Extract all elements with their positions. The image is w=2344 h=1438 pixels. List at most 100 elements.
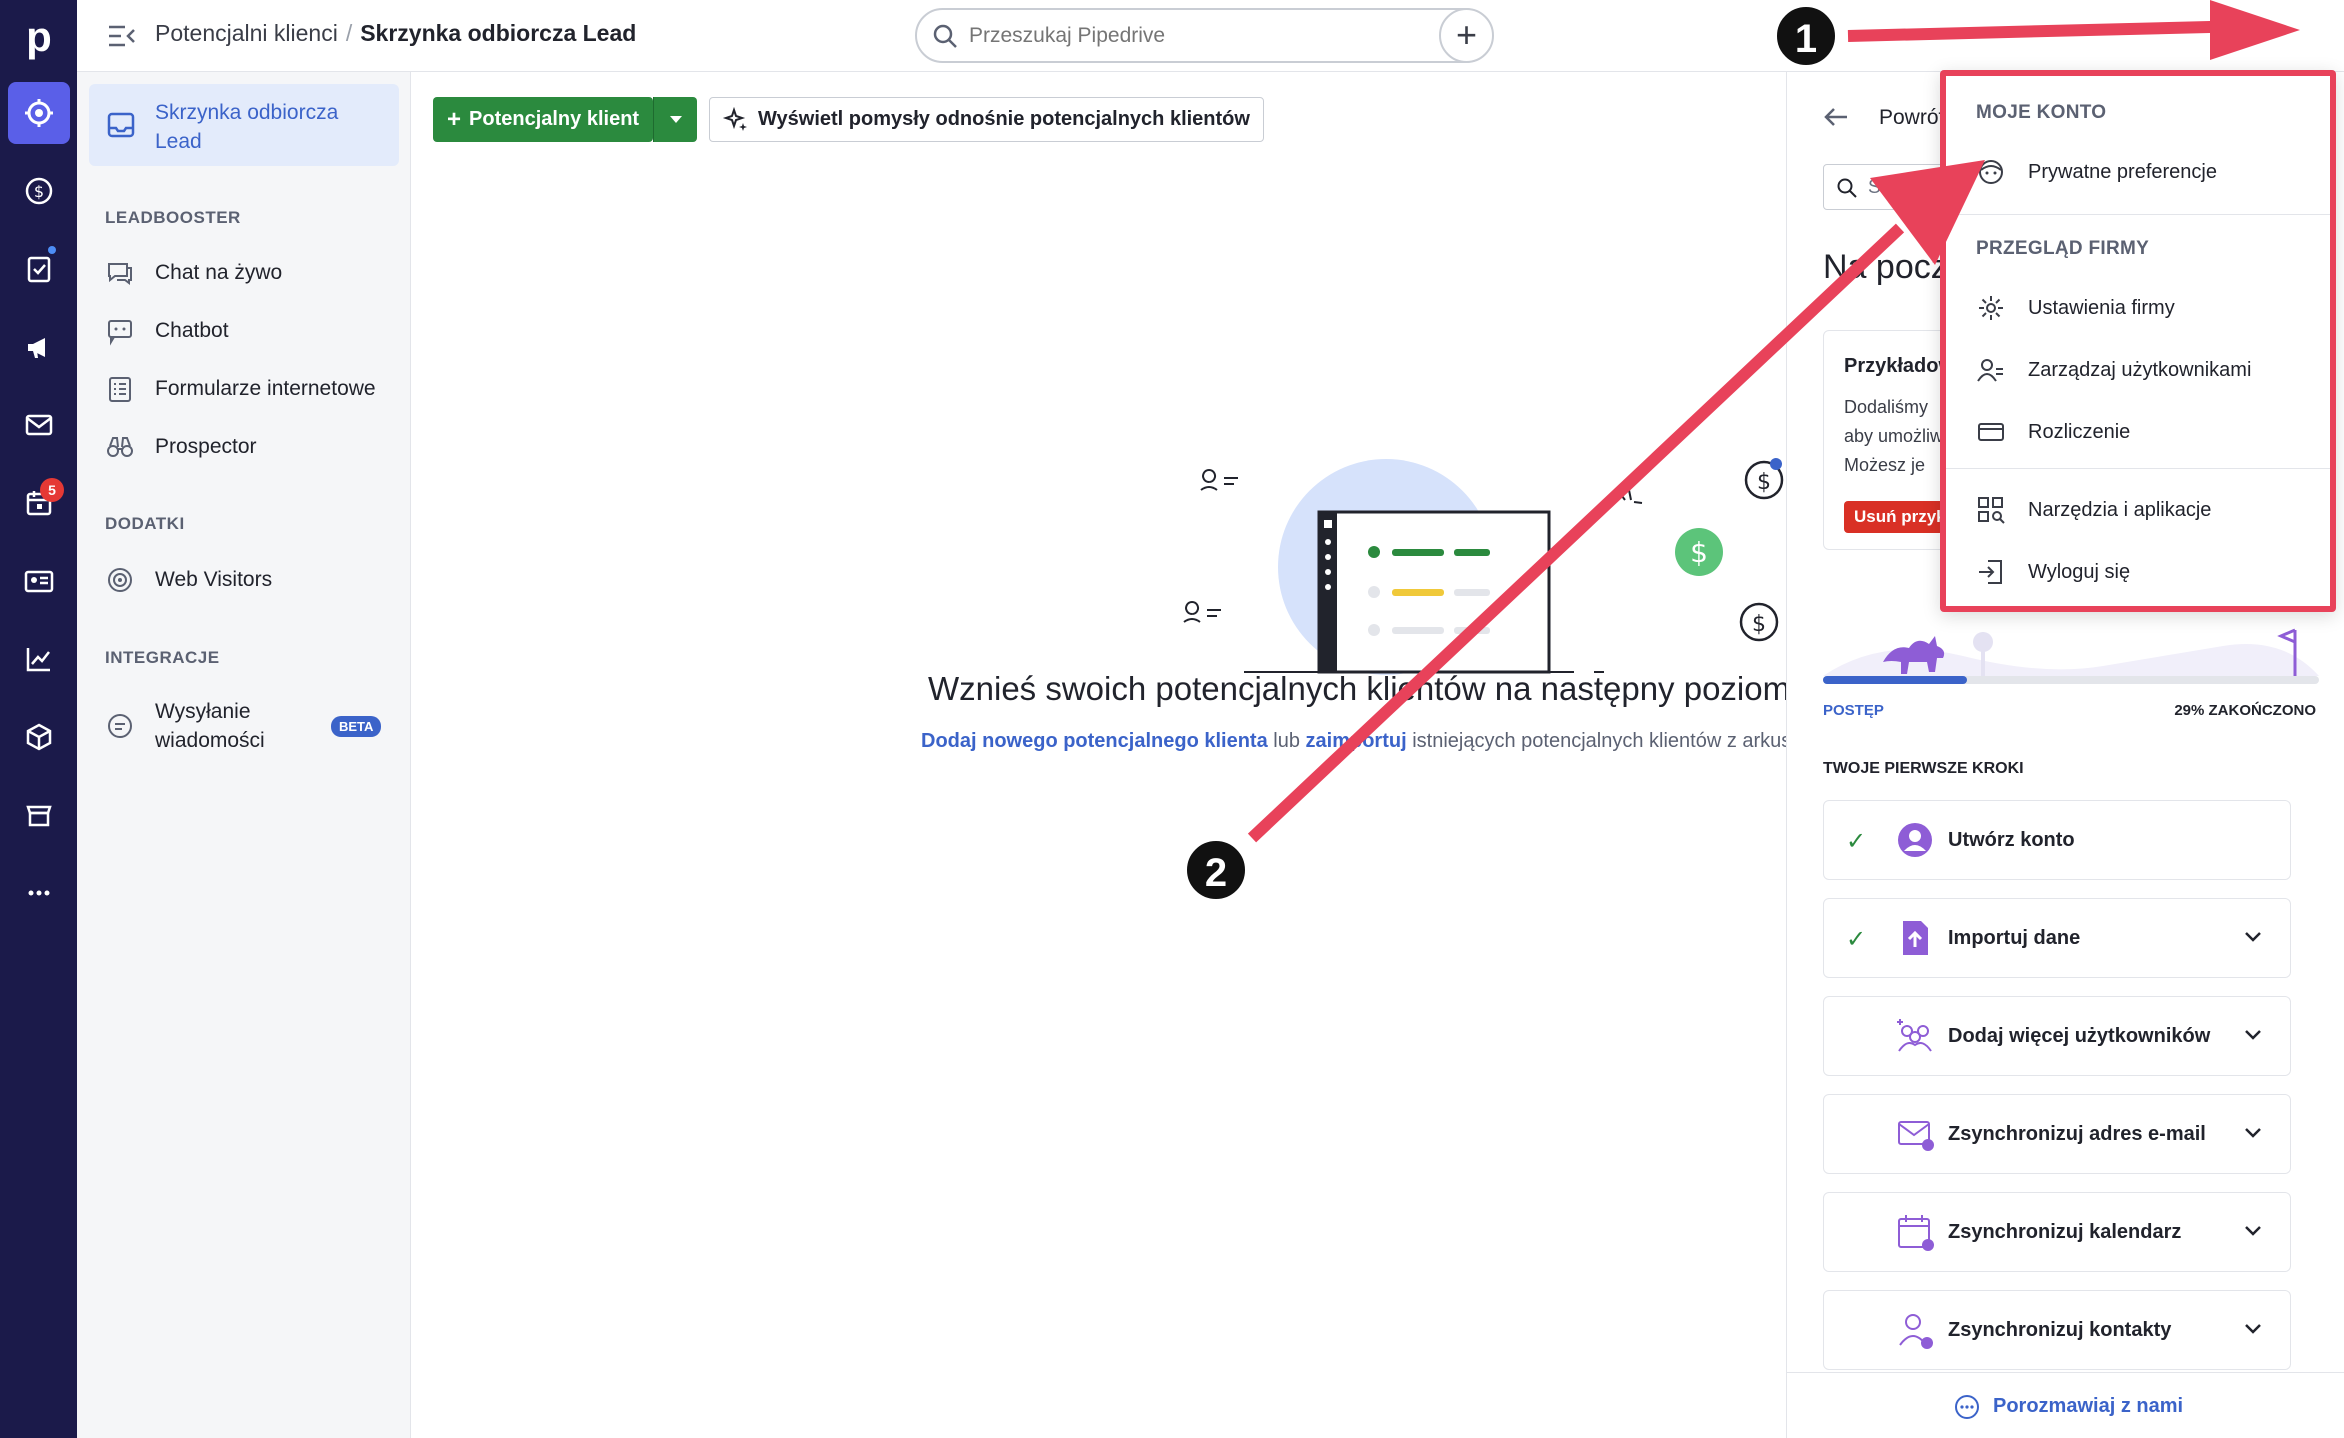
rail-contacts-button[interactable] <box>8 550 70 612</box>
email-sync-icon <box>1898 1121 1934 1151</box>
sidebar-item-label: Chatbot <box>155 319 229 342</box>
sidebar-item-label: Chat na żywo <box>155 261 283 284</box>
section-leadbooster: LEADBOOSTER <box>105 208 241 227</box>
step-import-data[interactable]: ✓ Importuj dane <box>1823 898 2291 978</box>
rail-insights-button[interactable] <box>8 628 70 690</box>
menu-item-label: Zarządzaj użytkownikami <box>2028 358 2252 381</box>
global-search[interactable] <box>915 8 1493 63</box>
step-create-account[interactable]: ✓ Utwórz konto <box>1823 800 2291 880</box>
sidebar-item-label: Wysyłanie wiadomości <box>155 700 265 752</box>
sidebar-item-web-visitors[interactable]: Web Visitors <box>105 560 395 600</box>
chat-with-us-button[interactable]: Porozmawiaj z nami <box>1787 1372 2344 1438</box>
step-label: Zsynchronizuj kalendarz <box>1948 1221 2182 1243</box>
rail-mail-button[interactable] <box>8 394 70 456</box>
sidebar-item-live-chat[interactable]: Chat na żywo <box>105 253 395 293</box>
progress-percent: 29% ZAKOŃCZONO <box>2174 702 2316 719</box>
progress-label: POSTĘP <box>1823 702 1884 719</box>
step-label: Zsynchronizuj adres e-mail <box>1948 1123 2206 1145</box>
breadcrumb: Potencjalni klienci / Skrzynka odbiorcza L… <box>155 20 636 47</box>
chevron-down-icon <box>2245 932 2261 942</box>
step-sync-email[interactable]: Zsynchronizuj adres e-mail <box>1823 1094 2291 1174</box>
quick-add-button[interactable]: + <box>1439 8 1494 63</box>
contact-card-icon <box>24 570 54 593</box>
sidebar-item-leads-inbox[interactable]: Skrzynka odbiorcza Lead <box>89 84 399 166</box>
calendar-sync-icon <box>1898 1215 1934 1251</box>
tools-icon <box>1978 497 2005 524</box>
search-icon <box>933 24 957 48</box>
chevron-down-icon <box>2245 1324 2261 1334</box>
collapse-menu-icon[interactable] <box>107 22 137 50</box>
chat-icon <box>1955 1395 1979 1419</box>
rail-more-button[interactable] <box>8 862 70 924</box>
chevron-down-icon <box>2245 1030 2261 1040</box>
notification-dot <box>48 246 56 254</box>
menu-item-billing[interactable]: Rozliczenie <box>1976 410 2316 454</box>
add-lead-dropdown-button[interactable] <box>653 97 697 142</box>
menu-item-manage-users[interactable]: Zarządzaj użytkownikami <box>1976 348 2316 392</box>
rail-deals-button[interactable]: $ <box>8 160 70 222</box>
menu-item-tools-apps[interactable]: Narzędzia i aplikacje <box>1976 488 2316 532</box>
annotation-marker-1: 1 <box>1774 4 1838 68</box>
empty-state-subline: Dodaj nowego potencjalnego klienta lub z… <box>921 730 1786 753</box>
section-addons: DODATKI <box>105 514 185 533</box>
menu-item-private-preferences[interactable]: Prywatne preferencje <box>1976 150 2316 194</box>
sidebar-item-web-forms[interactable]: Formularze internetowe <box>105 369 395 409</box>
steps-title: TWOJE PIERWSZE KROKI <box>1823 760 2024 777</box>
show-ideas-button[interactable]: Wyświetl pomysły odnośnie potencjalnych … <box>709 97 1264 142</box>
chatbot-icon <box>108 320 132 346</box>
target-icon <box>25 99 53 127</box>
step-sync-calendar[interactable]: Zsynchronizuj kalendarz <box>1823 1192 2291 1272</box>
svg-text:$: $ <box>1690 536 1708 569</box>
dollar-icon: $ <box>25 177 53 205</box>
pipedrive-logo[interactable]: p <box>14 12 64 62</box>
gear-icon <box>1979 296 2003 320</box>
rail-activities-button[interactable] <box>8 238 70 300</box>
check-icon: ✓ <box>1846 926 1867 953</box>
sidebar-item-chatbot[interactable]: Chatbot <box>105 311 395 351</box>
chevron-down-icon <box>2245 1128 2261 1138</box>
message-icon <box>108 714 132 738</box>
import-link[interactable]: zaimportuj <box>1306 730 1407 752</box>
svg-text:$: $ <box>1752 612 1766 637</box>
step-add-users[interactable]: Dodaj więcej użytkowników <box>1823 996 2291 1076</box>
plus-icon: + <box>447 105 462 133</box>
svg-text:$: $ <box>34 182 44 201</box>
breadcrumb-parent-link[interactable]: Potencjalni klienci <box>155 20 338 46</box>
add-lead-button[interactable]: + Potencjalny klient <box>433 97 653 142</box>
menu-divider <box>1946 468 2330 469</box>
box-icon <box>26 723 52 751</box>
top-header: Potencjalni klienci / Skrzynka odbiorcza L… <box>77 0 2344 72</box>
sidebar-item-label: Formularze internetowe <box>155 377 376 400</box>
credit-card-icon <box>1978 423 2004 441</box>
sidebar-item-label: Prospector <box>155 435 257 458</box>
rail-campaigns-button[interactable] <box>8 316 70 378</box>
account-dropdown: MOJE KONTO Prywatne preferencje PRZEGLĄD… <box>1940 70 2336 612</box>
add-lead-label: Potencjalny klient <box>469 108 640 130</box>
rail-calendar-button[interactable]: 5 <box>8 472 70 534</box>
rail-products-button[interactable] <box>8 706 70 768</box>
step-sync-contacts[interactable]: Zsynchronizuj kontakty <box>1823 1290 2291 1370</box>
search-input[interactable] <box>969 20 1469 52</box>
back-label[interactable]: Powrót <box>1879 106 1944 130</box>
store-icon <box>26 805 52 827</box>
menu-item-logout[interactable]: Wyloguj się <box>1976 550 2316 594</box>
show-ideas-label: Wyświetl pomysły odnośnie potencjalnych … <box>758 108 1250 130</box>
icon-rail: p $ 5 <box>0 0 77 1438</box>
annotation-marker-2: 2 <box>1184 838 1248 902</box>
breadcrumb-separator: / <box>345 20 353 46</box>
add-lead-link[interactable]: Dodaj nowego potencjalnego klienta <box>921 730 1268 752</box>
back-arrow-icon[interactable] <box>1821 102 1851 132</box>
progress-fill <box>1823 676 1967 684</box>
menu-item-company-settings[interactable]: Ustawienia firmy <box>1976 286 2316 330</box>
search-icon <box>1837 178 1857 198</box>
step-label: Utwórz konto <box>1948 829 2075 851</box>
rail-marketplace-button[interactable] <box>8 784 70 846</box>
rail-leads-button[interactable] <box>8 82 70 144</box>
sidebar-item-prospector[interactable]: Prospector <box>105 427 395 467</box>
empty-state-headline: Wznieś swoich potencjalnych klientów na … <box>928 670 1786 707</box>
users-group-icon <box>1897 1019 1932 1052</box>
form-icon <box>109 377 131 402</box>
chat-bubble-icon <box>108 263 132 285</box>
menu-item-label: Wyloguj się <box>2028 560 2131 583</box>
leads-sidebar: Skrzynka odbiorcza Lead LEADBOOSTER Chat… <box>77 72 411 1438</box>
